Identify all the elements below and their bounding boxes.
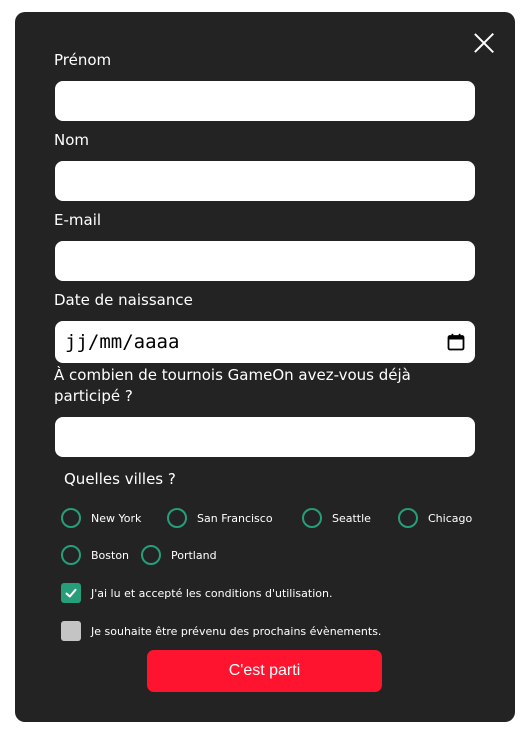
terms-checkbox[interactable]: J'ai lu et accepté les conditions d'util… (61, 583, 332, 603)
terms-label: J'ai lu et accepté les conditions d'util… (91, 586, 333, 600)
city-label: Portland (171, 548, 217, 562)
city-radio-new-york[interactable]: New York (61, 508, 141, 528)
radio-circle[interactable] (398, 508, 418, 528)
tournaments-label-line1: À combien de tournois GameOn avez-vous d… (54, 366, 411, 384)
city-radio-chicago[interactable]: Chicago (398, 508, 472, 528)
tournaments-input[interactable] (55, 417, 475, 457)
first-name-input[interactable] (55, 81, 475, 121)
submit-button[interactable]: C'est parti (147, 650, 382, 692)
radio-circle[interactable] (61, 545, 81, 565)
first-name-label: Prénom (54, 51, 112, 69)
city-label: San Francisco (197, 511, 273, 525)
checkbox-box[interactable] (61, 621, 81, 641)
newsletter-checkbox[interactable]: Je souhaite être prévenu des prochains é… (61, 621, 381, 641)
city-radio-seattle[interactable]: Seattle (302, 508, 371, 528)
newsletter-label: Je souhaite être prévenu des prochains é… (91, 624, 382, 638)
radio-circle[interactable] (61, 508, 81, 528)
city-label: Seattle (332, 511, 371, 525)
radio-circle[interactable] (167, 508, 187, 528)
radio-circle[interactable] (302, 508, 322, 528)
city-label: New York (91, 511, 142, 525)
last-name-input[interactable] (55, 161, 475, 201)
last-name-label: Nom (54, 131, 90, 149)
birthdate-label: Date de naissance (54, 291, 193, 309)
email-label: E-mail (54, 211, 102, 229)
city-radio-san-francisco[interactable]: San Francisco (167, 508, 273, 528)
birthdate-input[interactable]: jj/mm/aaaa (55, 321, 475, 363)
email-input[interactable] (55, 241, 475, 281)
city-radio-portland[interactable]: Portland (141, 545, 217, 565)
close-icon[interactable] (473, 32, 495, 54)
birthdate-placeholder: jj/mm/aaaa (65, 331, 180, 353)
city-label: Boston (91, 548, 130, 562)
checkmark-icon[interactable] (61, 583, 81, 603)
calendar-icon[interactable] (447, 333, 465, 351)
cities-title: Quelles villes ? (64, 470, 176, 488)
city-radio-boston[interactable]: Boston (61, 545, 129, 565)
radio-circle[interactable] (141, 545, 161, 565)
city-label: Chicago (428, 511, 473, 525)
tournaments-label-line2: participé ? (54, 387, 133, 405)
